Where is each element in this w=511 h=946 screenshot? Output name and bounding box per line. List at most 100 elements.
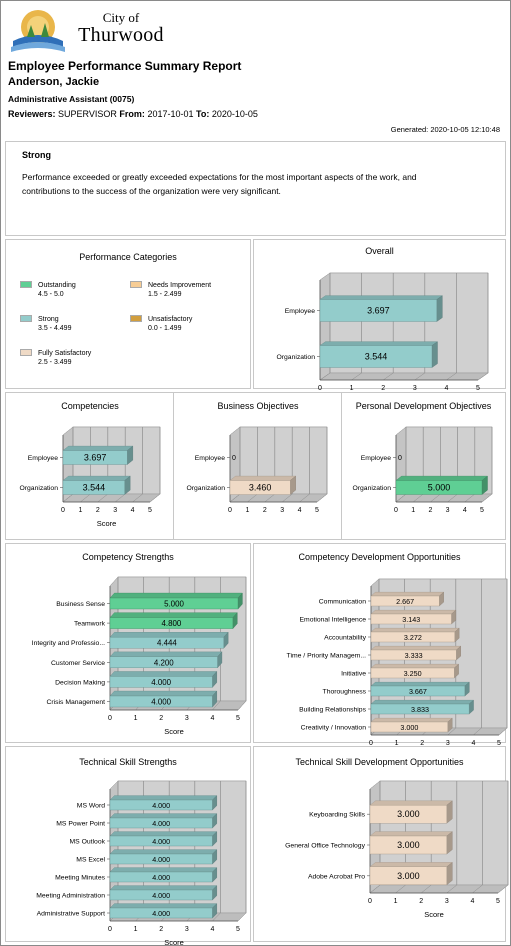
x-tick-label: 0: [228, 507, 232, 514]
y-category-label: Employee: [285, 308, 315, 315]
performance-legend: Outstanding 4.5 - 5.0 Needs Improvement …: [20, 281, 240, 381]
rating-description: Performance exceeded or greatly exceeded…: [22, 172, 417, 196]
bar-top: [109, 592, 243, 599]
x-tick-label: 1: [245, 507, 249, 514]
bar-top: [370, 663, 460, 669]
y-category-label: MS Power Point: [56, 821, 105, 828]
x-tick-label: 3: [446, 507, 450, 514]
y-category-label: Decision Making: [55, 679, 105, 686]
x-tick-label: 4: [470, 898, 474, 905]
x-tick-label: 4: [131, 507, 135, 514]
bar-top: [370, 699, 475, 705]
y-category-label: Employee: [195, 455, 225, 462]
x-tick-label: 5: [236, 715, 240, 722]
bar-value-label: 4.000: [152, 873, 170, 882]
x-tick-label: 4: [444, 385, 448, 392]
bar-top: [395, 475, 489, 481]
bar-top: [370, 609, 457, 615]
y-category-label: Business Sense: [56, 601, 105, 608]
bar-value-label: 3.697: [84, 453, 107, 463]
bar-top: [109, 651, 223, 658]
y-category-label: Initiative: [341, 671, 366, 678]
x-tick-label: 3: [113, 507, 117, 514]
bar-value-label: 3.833: [411, 705, 429, 714]
city-name: City of Thurwood: [71, 11, 171, 46]
legend-range: 2.5 - 3.499: [38, 359, 72, 366]
reviewers-value: SUPERVISOR: [58, 109, 117, 119]
legend-swatch: [20, 315, 32, 322]
bar-top: [319, 295, 443, 300]
x-tick-label: 2: [381, 385, 385, 392]
bar-value-label: 3.000: [400, 723, 418, 732]
report-title: Employee Performance Summary Report: [8, 59, 242, 73]
bar-value-label: 3.697: [367, 306, 390, 316]
legend-swatch: [20, 349, 32, 356]
plot-floor: [319, 372, 489, 381]
bar-top: [109, 849, 218, 855]
bar-value-label: 5.000: [428, 483, 451, 493]
y-category-label: Communication: [319, 599, 366, 606]
x-tick-label: 3: [445, 898, 449, 905]
x-tick-label: 4: [298, 507, 302, 514]
bar-end: [431, 341, 438, 368]
x-tick-label: 1: [134, 715, 138, 722]
bar-end: [436, 295, 443, 322]
bar-top: [370, 591, 445, 597]
y-category-label: Adobe Acrobat Pro: [308, 873, 365, 880]
rating-heading: Strong: [22, 150, 51, 160]
y-category-label: Organization: [186, 485, 225, 492]
x-tick-label: 0: [108, 715, 112, 722]
competencies-chart: 0 1 2 3 4 5 Score Employee 3.697 Organization 3.54…: [19, 426, 161, 528]
bar-value-label: 4.000: [152, 909, 170, 918]
bar-value-label: 5.000: [164, 600, 184, 609]
legend-label: Needs Improvement: [148, 282, 212, 289]
bar-value-label: 4.444: [157, 639, 177, 648]
bar-value-label: 3.143: [402, 615, 420, 624]
bar-top: [109, 671, 218, 677]
bar-top: [62, 445, 134, 451]
plot-floor: [62, 493, 161, 503]
bar-top: [109, 612, 238, 618]
bar-value-label: 2.667: [396, 597, 414, 606]
bar-top: [370, 717, 453, 723]
bar-top: [370, 627, 460, 633]
x-tick-label: 4: [463, 507, 467, 514]
bar-top: [109, 867, 218, 873]
bar-value-label: 4.800: [162, 619, 182, 628]
legend-label: Outstanding: [38, 282, 76, 289]
competency-development-panel: Competency Development Opportunities 012…: [253, 543, 508, 761]
bar-value-label: 4.000: [152, 855, 170, 864]
bar-top: [370, 681, 470, 687]
y-category-label: Accountability: [324, 635, 367, 642]
x-tick-label: 0: [61, 507, 65, 514]
x-tick-label: 4: [210, 926, 214, 933]
x-tick-label: 2: [428, 507, 432, 514]
x-tick-label: 3: [185, 926, 189, 933]
plot-floor: [395, 493, 493, 503]
bar-value-label: 3.460: [249, 483, 272, 493]
reviewers-label: Reviewers:: [8, 109, 56, 119]
bar-value-label: 3.000: [397, 840, 420, 850]
y-category-label: Emotional Intelligence: [300, 617, 367, 624]
x-tick-label: 3: [280, 507, 284, 514]
y-category-label: Thoroughness: [323, 689, 367, 696]
x-tick-label: 1: [394, 898, 398, 905]
business-objectives-chart: 0 1 2 3 4 5 Employee 0 Organization 3.460: [186, 426, 328, 514]
report-header: City of Thurwood Employee Performance Su…: [1, 1, 510, 145]
legend-range: 1.5 - 2.499: [148, 291, 182, 298]
x-tick-label: 0: [368, 898, 372, 905]
x-tick-label: 1: [78, 507, 82, 514]
bar-value-label: 0: [398, 455, 402, 462]
city-name-line2: Thurwood: [78, 24, 164, 46]
x-tick-label: 0: [318, 385, 322, 392]
overall-chart: 012345ScoreEmployee3.697Organization3.54…: [276, 272, 489, 406]
x-tick-label: 5: [148, 507, 152, 514]
report-page: City of Thurwood Employee Performance Su…: [0, 0, 511, 946]
bar-value-label: 4.000: [152, 891, 170, 900]
bar-top: [62, 475, 131, 481]
x-tick-label: 5: [496, 898, 500, 905]
y-category-label: Organization: [276, 354, 315, 361]
y-category-label: Building Relationships: [299, 707, 366, 714]
x-axis-title: Score: [97, 519, 117, 528]
x-tick-label: 2: [419, 898, 423, 905]
